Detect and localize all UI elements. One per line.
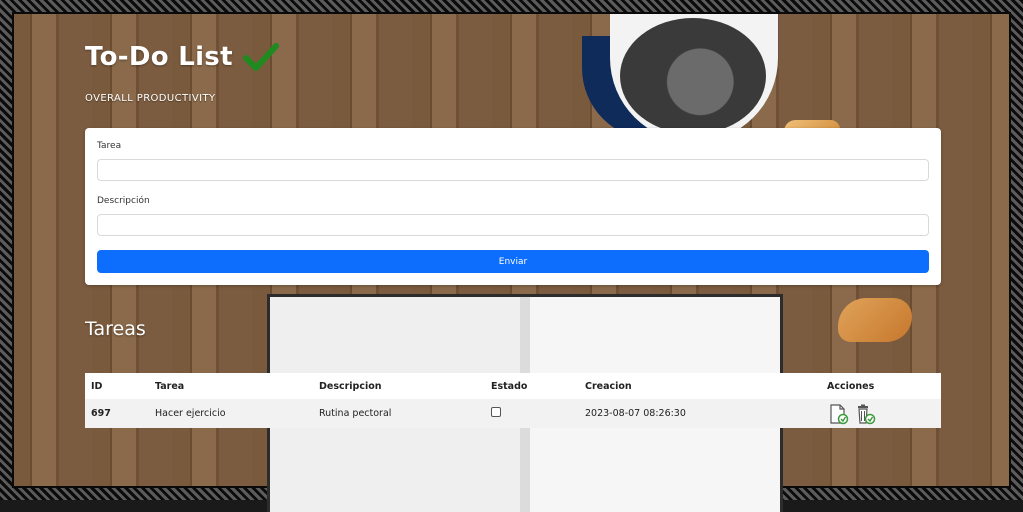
column-header-status: Estado	[485, 373, 579, 399]
column-header-id: ID	[85, 373, 149, 399]
page-subtitle: OVERALL PRODUCTIVITY	[85, 93, 216, 104]
column-header-created: Creacion	[579, 373, 821, 399]
background-coffee	[620, 18, 766, 134]
task-status-checkbox[interactable]	[491, 407, 501, 417]
checkmark-icon	[242, 43, 279, 71]
column-header-description: Descripcion	[313, 373, 485, 399]
task-actions-cell	[821, 399, 941, 428]
table-row: 697 Hacer ejercicio Rutina pectoral 2023…	[85, 399, 941, 428]
task-label: Tarea	[97, 141, 122, 151]
task-created-cell: 2023-08-07 08:26:30	[579, 399, 821, 428]
submit-button[interactable]: Enviar	[97, 250, 929, 273]
description-input[interactable]	[97, 214, 929, 236]
tasks-table: ID Tarea Descripcion Estado Creacion Acc…	[85, 373, 941, 428]
delete-trash-icon[interactable]	[854, 403, 876, 425]
table-header-row: ID Tarea Descripcion Estado Creacion Acc…	[85, 373, 941, 399]
description-label: Descripción	[97, 196, 150, 206]
tasks-section-title: Tareas	[85, 318, 146, 340]
task-status-cell	[485, 399, 579, 428]
task-form: Tarea Descripción Enviar	[85, 128, 941, 285]
page-title: To-Do List	[85, 42, 233, 72]
column-header-task: Tarea	[149, 373, 313, 399]
task-description-cell: Rutina pectoral	[313, 399, 485, 428]
task-input[interactable]	[97, 159, 929, 181]
task-name-cell: Hacer ejercicio	[149, 399, 313, 428]
edit-document-icon[interactable]	[827, 403, 849, 425]
column-header-actions: Acciones	[821, 373, 941, 399]
task-id-cell: 697	[85, 399, 149, 428]
header: To-Do List	[85, 42, 279, 72]
background-croissant	[838, 298, 912, 342]
